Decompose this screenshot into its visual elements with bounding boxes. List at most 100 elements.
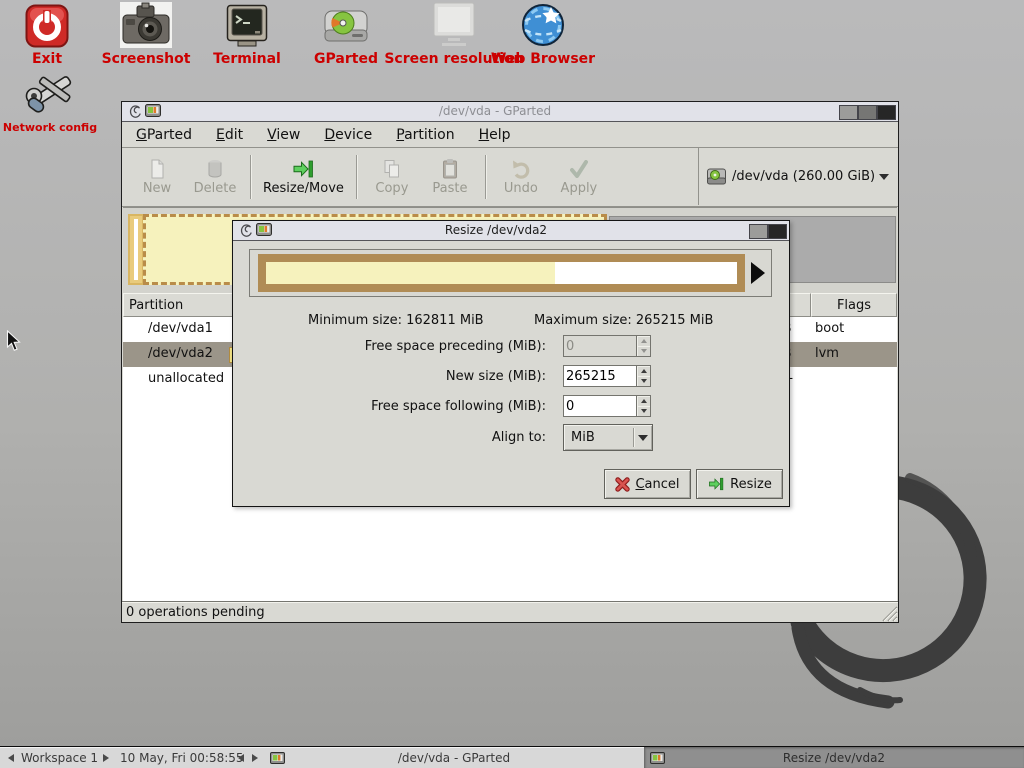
workspace-prev-icon[interactable] [8,747,14,768]
resize-dialog: Resize /dev/vda2 Minimum size: 162811 Mi… [232,220,790,507]
menu-gparted[interactable]: GParted [124,125,204,145]
desktop-icon-exit[interactable]: Exit [18,4,76,67]
new-button: New [128,152,186,202]
task-next-icon[interactable] [252,747,258,768]
partition-box-vda1[interactable] [128,214,144,285]
cancel-x-icon [615,477,630,492]
resize-move-button[interactable]: Resize/Move [257,152,350,202]
desktop-icon-network-config[interactable]: Network config [6,72,94,134]
used-space-fill [266,262,555,284]
gparted-task-icon [270,752,285,764]
taskbar: Workspace 1 10 May, Fri 00:58:55 /dev/vd… [0,746,1024,768]
resize-grip[interactable] [880,604,898,622]
free-space-following-label: Free space following (MiB): [233,399,546,414]
clock: 10 May, Fri 00:58:55 [120,747,244,768]
menubar: GParted Edit View Device Partition Help [122,122,898,148]
task-title: Resize /dev/vda2 [644,751,1024,765]
icon-label: Terminal [213,51,281,67]
toolbar-separator [485,155,486,199]
operations-pending: 0 operations pending [126,605,265,620]
dialog-close-button[interactable] [768,224,787,239]
toolbar-separator [250,155,251,199]
align-to-combo[interactable]: MiB [563,424,653,451]
task-gparted-main[interactable]: /dev/vda - GParted [264,747,644,768]
spin-down-icon[interactable] [637,376,650,386]
apply-button: Apply [550,152,608,202]
align-to-label: Align to: [233,430,546,445]
new-size-input[interactable] [563,365,637,387]
task-prev-icon[interactable] [238,747,244,768]
desktop-icon-gparted[interactable]: GParted [306,6,386,67]
icon-label: Network config [3,121,97,134]
chevron-down-icon [879,174,889,180]
icon-label: GParted [314,51,378,67]
spin-buttons [637,335,651,357]
hard-drive-icon [707,168,726,185]
device-combo[interactable]: /dev/vda (260.00 GiB) [698,148,896,205]
close-button[interactable] [877,105,896,120]
delete-button: Delete [186,152,244,202]
desktop-icon-screenshot[interactable]: Screenshot [98,2,194,67]
maximize-button[interactable] [858,105,877,120]
spin-up-icon [637,336,650,346]
resize-button-label: Resize [730,477,772,492]
maximum-size-label: Maximum size: 265215 MiB [534,313,713,328]
tools-icon [24,72,76,118]
window-title: /dev/vda - GParted [162,104,828,118]
new-size-label: New size (MiB): [233,369,546,384]
gparted-drive-icon [322,6,370,48]
spin-up-icon[interactable] [637,366,650,376]
cancel-button[interactable]: Cancel [604,469,691,499]
debian-spiral-icon [239,223,253,238]
free-space-following-spinbox [563,395,651,417]
new-document-icon [146,158,168,180]
paste-button: Paste [421,152,479,202]
resize-slider[interactable] [249,249,772,297]
gparted-window-icon [256,223,272,236]
desktop-icon-web-browser[interactable]: Web Browser [487,2,599,67]
partition-band [258,254,745,292]
status-bar: 0 operations pending [122,601,898,622]
dialog-title: Resize /dev/vda2 [273,223,719,237]
apply-check-icon [568,158,590,180]
dialog-titlebar[interactable]: Resize /dev/vda2 [233,221,789,241]
debian-spiral-icon [128,104,142,119]
spin-down-icon[interactable] [637,406,650,416]
minimize-button[interactable] [839,105,858,120]
resize-confirm-button[interactable]: Resize [696,469,783,499]
resize-arrow-icon [707,476,725,492]
free-space-preceding-label: Free space preceding (MiB): [233,339,546,354]
copy-icon [381,158,403,180]
desktop-icon-terminal[interactable]: Terminal [208,4,286,67]
column-header-flags[interactable]: Flags [811,293,897,317]
free-space-preceding-spinbox [563,335,651,357]
desktop: Exit Screenshot Terminal [0,0,1024,768]
task-resize-dialog[interactable]: Resize /dev/vda2 [644,747,1024,768]
workspace-next-icon[interactable] [103,747,109,768]
right-resize-handle-icon[interactable] [751,262,765,284]
gparted-task-icon [650,752,665,764]
camera-icon [120,2,172,48]
free-space-following-input[interactable] [563,395,637,417]
partition-free-space [134,219,138,280]
spin-down-icon [637,346,650,356]
spin-up-icon[interactable] [637,396,650,406]
paste-icon [439,158,461,180]
globe-icon [520,2,566,48]
spin-buttons [637,395,651,417]
terminal-icon [225,4,269,48]
undo-icon [510,158,532,180]
icon-label: Screenshot [102,51,191,67]
menu-view[interactable]: View [255,125,312,145]
menu-help[interactable]: Help [467,125,523,145]
dialog-maximize-button[interactable] [749,224,768,239]
main-titlebar[interactable]: /dev/vda - GParted [122,102,898,122]
undo-button: Undo [492,152,550,202]
menu-edit[interactable]: Edit [204,125,255,145]
menu-device[interactable]: Device [312,125,384,145]
workspace-label: Workspace 1 [21,747,98,768]
monitor-icon [427,2,481,48]
menu-partition[interactable]: Partition [384,125,466,145]
chevron-down-icon [634,435,652,441]
toolbar-separator [356,155,357,199]
